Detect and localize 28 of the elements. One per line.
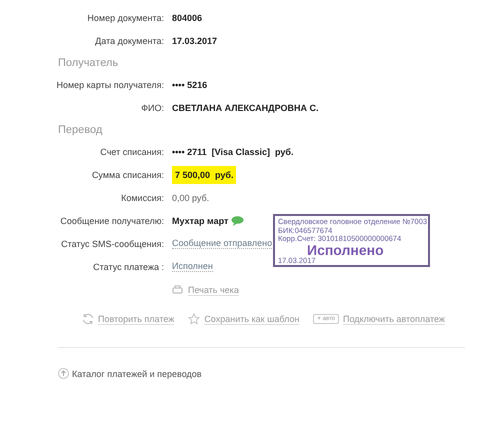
field-value: 0,00 руб.: [172, 192, 210, 202]
field-label: Сообщение получателю:: [59, 216, 164, 226]
field-label: Счет списания:: [99, 146, 164, 156]
field-value: Мухтар март: [172, 216, 228, 226]
field-value: СВЕТЛАНА АЛЕКСАНДРОВНА С.: [172, 102, 318, 112]
action-link[interactable]: Подключить автоплатеж: [343, 314, 445, 324]
field-label: Номер карты получателя:: [55, 80, 164, 90]
field-label: Номер документа:: [86, 12, 164, 22]
print-receipt-link[interactable]: Печать чека: [188, 284, 239, 296]
field-label: ФИО:: [140, 102, 164, 112]
status-link[interactable]: Сообщение отправлено: [172, 238, 272, 249]
action-link[interactable]: Сохранить как шаблон: [204, 314, 300, 324]
stamp-status: Исполнено: [307, 244, 385, 256]
action-link[interactable]: Повторить платеж: [98, 314, 174, 324]
status-link[interactable]: Исполнен: [172, 261, 213, 272]
field-label: Комиссия:: [120, 192, 164, 202]
field-label: Статус SMS-сообщения:: [60, 238, 164, 248]
field-value: 7 500,00 руб.: [172, 166, 236, 184]
section-title: Перевод: [57, 122, 104, 138]
field-value: •••• 5216: [172, 80, 208, 90]
section-title: Получатель: [57, 56, 120, 70]
field-value: 804006: [172, 12, 202, 22]
field-label: Статус платежа :: [92, 262, 164, 272]
field-label: Дата документа:: [94, 36, 164, 46]
catalog-link[interactable]: Каталог платежей и переводов: [72, 368, 202, 378]
field-label: Сумма списания:: [90, 170, 164, 180]
field-value: •••• 2711 [Visa Classic] руб.: [172, 146, 294, 156]
field-value: 17.03.2017: [172, 36, 218, 46]
